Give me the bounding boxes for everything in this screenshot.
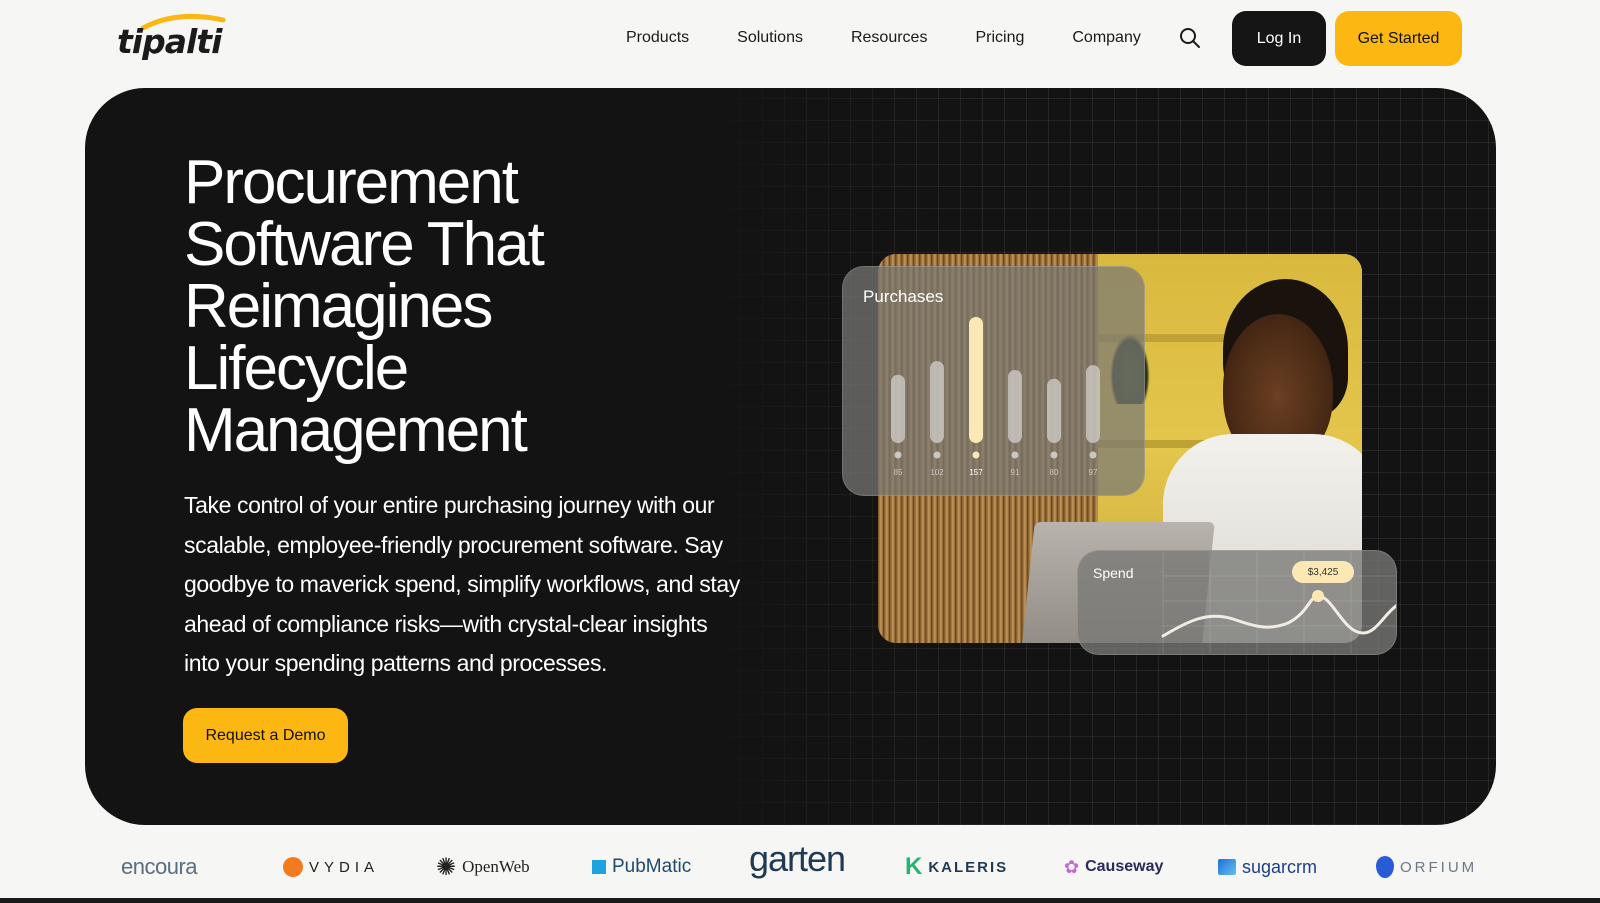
main-nav: Products Solutions Resources Pricing Com… — [626, 26, 1189, 50]
kaleris-logo: K KALERIS — [905, 852, 1008, 882]
orfium-logo-text: ORFIUM — [1400, 858, 1478, 876]
orfium-logo: ORFIUM — [1376, 852, 1477, 882]
spend-badge: $3,425 — [1292, 561, 1354, 583]
purchases-bar-label: 97 — [1089, 468, 1098, 477]
purchases-bar-dot — [1050, 451, 1058, 459]
openweb-sun-icon: ✺ — [436, 853, 457, 881]
nav-solutions[interactable]: Solutions — [737, 26, 803, 50]
vydia-logo-text: VYDIA — [309, 858, 380, 876]
hero-description: Take control of your entire purchasing j… — [184, 492, 740, 676]
vydia-mark-icon — [283, 857, 303, 877]
get-started-button[interactable]: Get Started — [1335, 11, 1462, 66]
request-demo-button[interactable]: Request a Demo — [183, 708, 348, 763]
kaleris-k-icon: K — [905, 853, 923, 880]
encoura-logo: encoura — [121, 852, 198, 882]
search-icon[interactable] — [1178, 26, 1202, 50]
purchases-bar — [891, 374, 905, 443]
pubmatic-logo: PubMatic — [592, 852, 691, 882]
nav-products[interactable]: Products — [626, 26, 689, 50]
encoura-logo-text: encoura — [121, 854, 198, 879]
spend-card: Spend $3,425 — [1077, 550, 1397, 655]
pubmatic-logo-text: PubMatic — [612, 856, 692, 877]
purchases-bar-dot — [894, 451, 902, 459]
login-button[interactable]: Log In — [1232, 11, 1326, 66]
hero-title-line: Lifecycle — [184, 334, 409, 403]
sugarcrm-cube-icon — [1218, 859, 1236, 875]
purchases-bar — [1008, 369, 1022, 443]
purchases-bar-dot — [933, 451, 941, 459]
purchases-bar-dot — [1011, 451, 1019, 459]
garten-logo-text: garten — [749, 838, 846, 879]
nav-resources[interactable]: Resources — [851, 26, 927, 50]
garten-logo: garten — [749, 838, 846, 879]
hero-title-line: Management — [184, 396, 528, 465]
spend-point — [1312, 590, 1324, 602]
purchases-bar-label: 157 — [969, 468, 983, 477]
openweb-logo: ✺ OpenWeb — [436, 852, 530, 882]
pubmatic-square-icon — [592, 860, 606, 874]
hero-section: Procurement Software That Reimagines Lif… — [85, 88, 1496, 825]
purchases-bar-dot — [1089, 451, 1097, 459]
hero-title-line: Procurement — [184, 148, 519, 217]
spend-line — [1161, 594, 1396, 638]
nav-company[interactable]: Company — [1072, 26, 1140, 50]
causeway-flower-icon: ✿ — [1064, 856, 1080, 877]
purchases-bar — [1047, 378, 1061, 443]
purchases-bar — [1086, 365, 1100, 443]
hero-title-line: Software That — [184, 210, 545, 279]
sugarcrm-logo: sugarcrm — [1218, 852, 1317, 882]
purchases-bar-label: 80 — [1050, 468, 1059, 477]
hero-title-line: Reimagines — [184, 272, 493, 341]
purchases-bar-chart: 85 102 157 91 80 97 — [891, 317, 1100, 477]
nav-pricing[interactable]: Pricing — [975, 26, 1024, 50]
vydia-logo: VYDIA — [283, 852, 379, 882]
hero-title: Procurement Software That Reimagines Lif… — [184, 152, 744, 462]
purchases-bar-dot — [972, 451, 980, 459]
orfium-pin-icon — [1376, 856, 1394, 878]
causeway-logo: ✿ Causeway — [1064, 852, 1163, 882]
tipalti-logo[interactable]: tipalti — [117, 12, 226, 61]
purchases-bar-label: 85 — [894, 468, 903, 477]
kaleris-logo-text: KALERIS — [928, 858, 1009, 876]
logo-wordmark: tipalti — [117, 22, 222, 61]
causeway-logo-text: Causeway — [1085, 858, 1164, 875]
customer-logos-strip: encoura VYDIA ✺ OpenWeb PubMatic garten … — [0, 838, 1600, 892]
purchases-bar-label: 102 — [930, 468, 944, 477]
openweb-logo-text: OpenWeb — [462, 857, 530, 876]
purchases-bar-label: 91 — [1011, 468, 1020, 477]
purchases-bar — [930, 361, 944, 443]
purchases-bar — [969, 317, 983, 443]
purchases-card: Purchases 85 102 157 91 80 97 — [842, 266, 1145, 496]
sugarcrm-logo-text: sugarcrm — [1242, 856, 1318, 877]
bottom-edge-bar — [0, 898, 1600, 903]
